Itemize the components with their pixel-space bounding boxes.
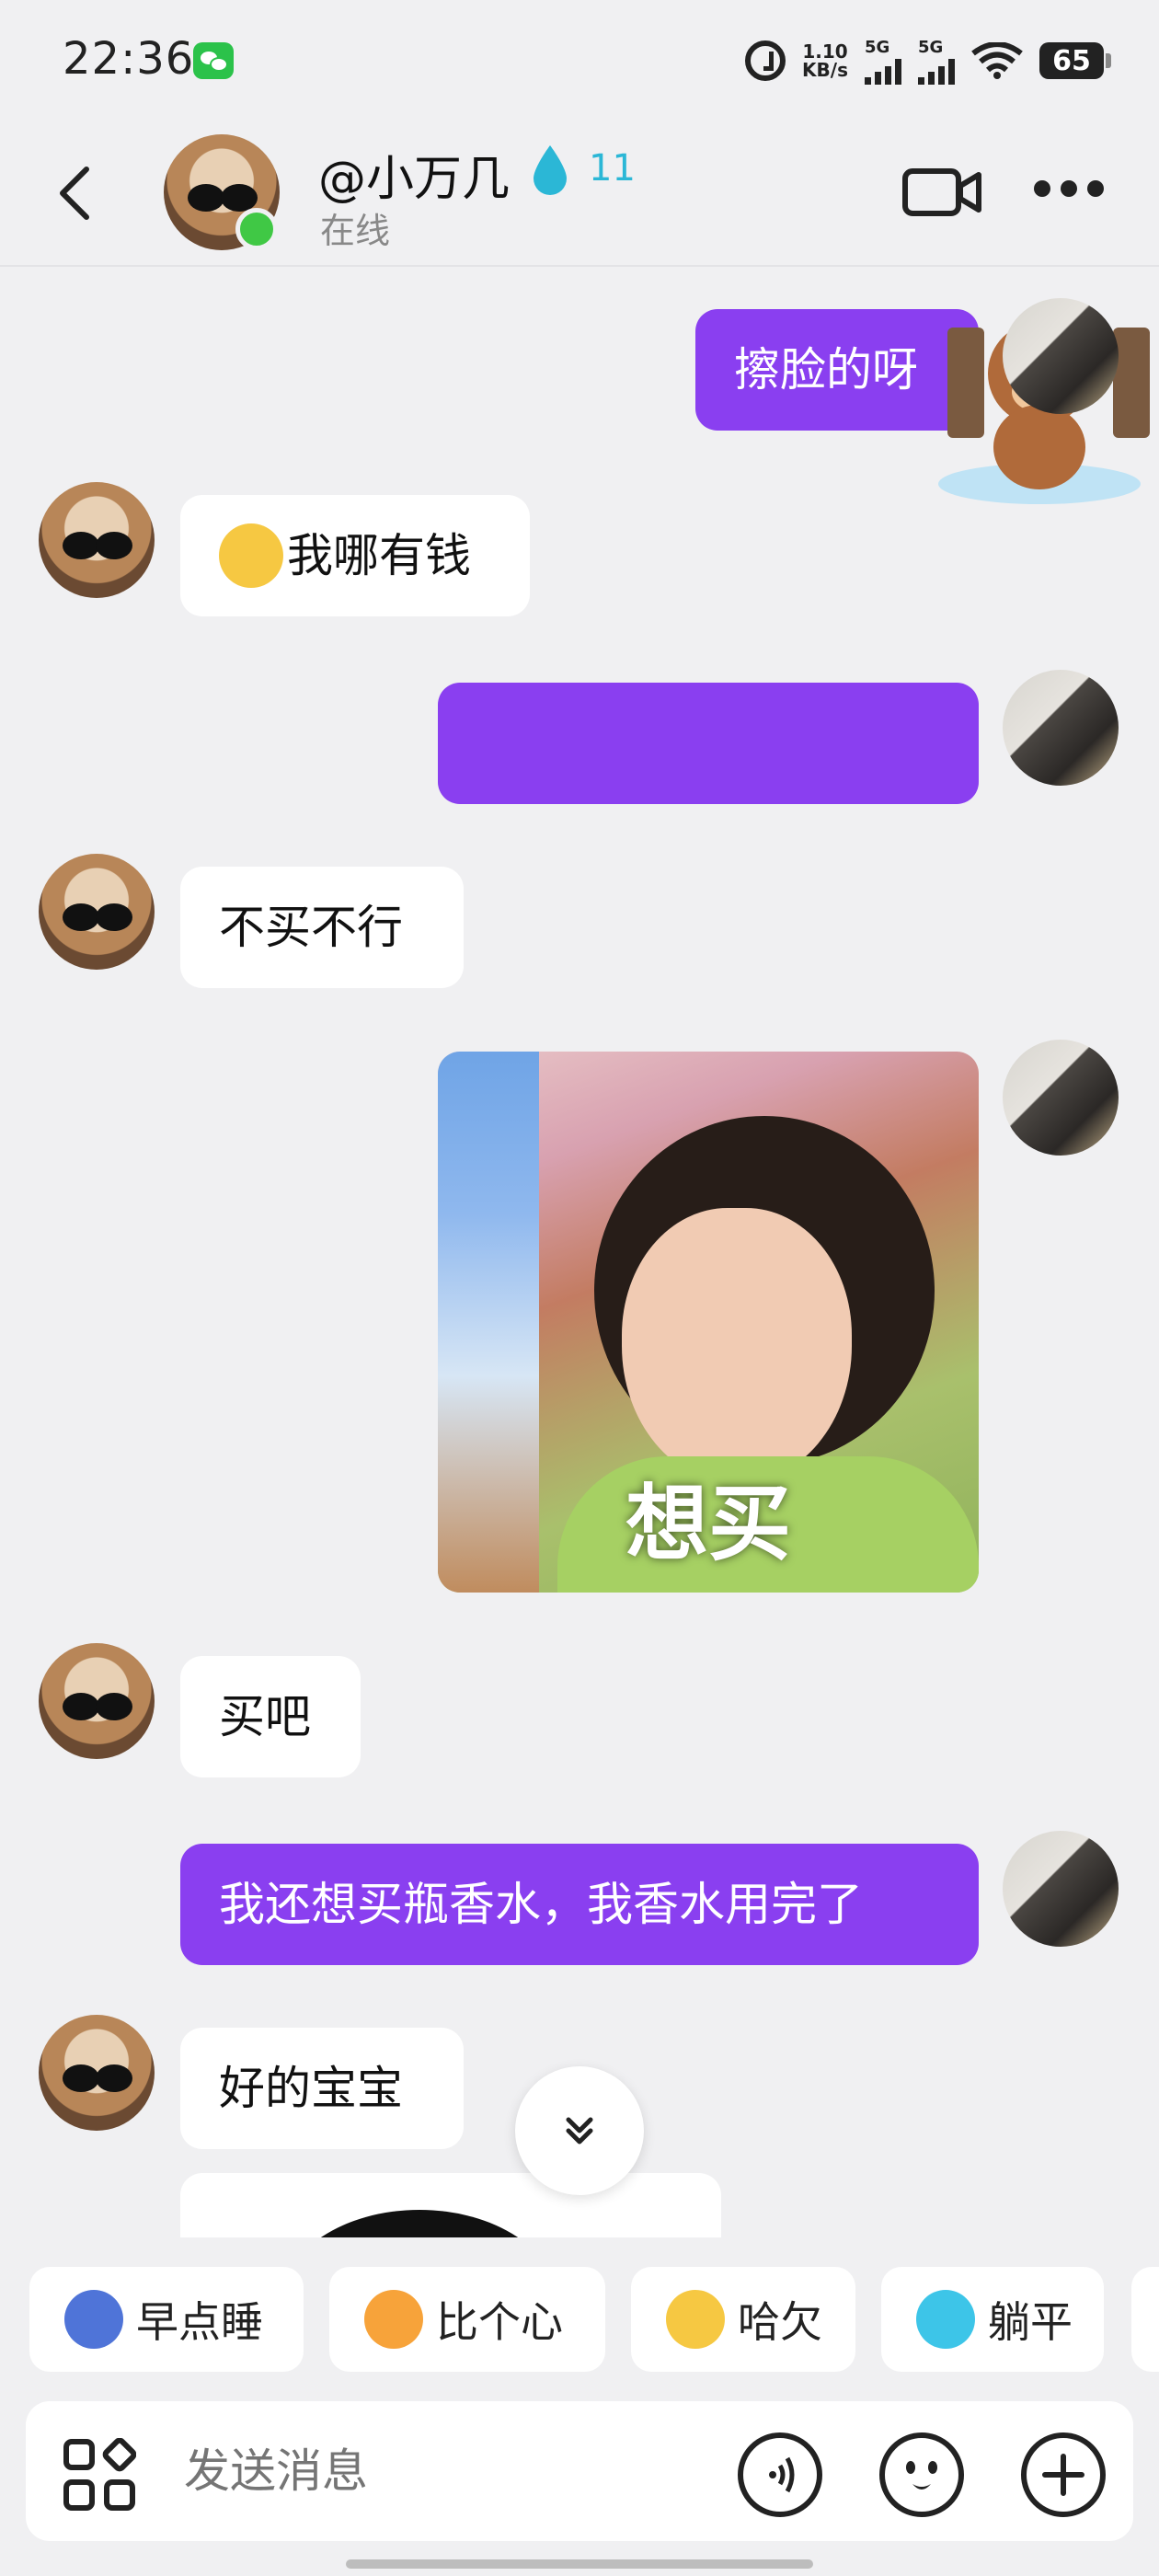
back-arrow-icon[interactable]	[57, 166, 94, 221]
water-drop-streak-icon	[534, 145, 567, 195]
online-status-text: 在线	[320, 211, 391, 251]
message-bubble-incoming[interactable]: 买吧	[180, 1656, 361, 1777]
emoji-button[interactable]	[879, 2432, 964, 2517]
more-options-icon[interactable]	[1034, 180, 1104, 201]
apps-grid-icon[interactable]	[63, 2438, 136, 2512]
image-message[interactable]: 想买	[438, 1052, 979, 1593]
chat-header: @小万几 11 在线	[0, 120, 1159, 267]
contact-name[interactable]: @小万几	[318, 140, 510, 209]
image-caption: 想买	[625, 1476, 791, 1572]
network-speed: 1.10 KB/s	[802, 42, 848, 79]
wechat-notification-icon	[193, 42, 234, 79]
quick-reply-chip[interactable]: 比个心	[329, 2267, 605, 2372]
contact-avatar[interactable]	[39, 1643, 155, 1759]
online-indicator	[235, 208, 278, 250]
quick-reply-bar: 早点睡 比个心 哈欠 躺平	[0, 2267, 1159, 2372]
message-input-bar	[26, 2401, 1133, 2541]
more-actions-button[interactable]	[1021, 2432, 1106, 2517]
message-bubble-outgoing[interactable]	[438, 683, 979, 804]
smiley-icon	[906, 2461, 937, 2490]
message-bubble-outgoing[interactable]: 我还想买瓶香水，我香水用完了	[180, 1844, 979, 1965]
speed-value: 1.10	[802, 40, 848, 63]
video-call-icon[interactable]	[901, 162, 982, 223]
yawn-emoji-icon	[666, 2290, 725, 2349]
quick-reply-chip[interactable]: 早点睡	[29, 2267, 304, 2372]
contact-avatar[interactable]	[39, 854, 155, 970]
message-bubble-incoming[interactable]: 好的宝宝	[180, 2028, 464, 2149]
clock: 22:36	[63, 33, 195, 85]
sim2-label: 5G	[918, 37, 944, 57]
message-bubble-incoming[interactable]: 我哪有钱	[180, 495, 530, 616]
my-avatar[interactable]	[1003, 1040, 1119, 1156]
message-text: 我哪有钱	[287, 529, 471, 582]
pleading-face-emoji-icon	[219, 523, 283, 588]
my-avatar[interactable]	[1003, 1831, 1119, 1947]
chip-label: 早点睡	[136, 2297, 263, 2347]
double-chevron-down-icon	[566, 2117, 593, 2145]
chip-label: 哈欠	[738, 2297, 822, 2347]
sleep-emoji-icon	[64, 2290, 123, 2349]
chip-label: 比个心	[436, 2297, 563, 2347]
message-bubble-incoming[interactable]: 不买不行	[180, 867, 464, 988]
voice-message-button[interactable]	[738, 2432, 822, 2517]
streak-count: 11	[589, 147, 636, 190]
my-avatar[interactable]	[1003, 670, 1119, 786]
chip-label: 躺平	[988, 2297, 1073, 2347]
signal-sim1-icon: 5G	[865, 38, 901, 85]
message-input[interactable]	[182, 2429, 738, 2513]
my-avatar[interactable]	[1003, 298, 1119, 414]
speed-unit: KB/s	[802, 59, 848, 81]
plus-icon	[1042, 2454, 1084, 2496]
scroll-to-bottom-button[interactable]	[515, 2066, 644, 2195]
quick-reply-chip-partial[interactable]	[1131, 2267, 1159, 2372]
lie-flat-emoji-icon	[916, 2290, 975, 2349]
sound-waves-icon	[769, 2456, 795, 2493]
alarm-icon	[745, 40, 786, 81]
partial-image-message[interactable]	[180, 2173, 721, 2237]
signal-sim2-icon: 5G	[918, 38, 955, 85]
status-icons: 1.10 KB/s 5G 5G 65	[745, 37, 1111, 85]
heart-hands-emoji-icon	[364, 2290, 423, 2349]
status-bar: 22:36 1.10 KB/s 5G 5G 65	[0, 0, 1159, 120]
quick-reply-chip[interactable]: 哈欠	[631, 2267, 855, 2372]
contact-avatar[interactable]	[39, 2015, 155, 2131]
home-indicator[interactable]	[346, 2559, 813, 2569]
sim1-label: 5G	[865, 37, 890, 57]
quick-reply-chip[interactable]: 躺平	[881, 2267, 1104, 2372]
battery-icon: 65	[1039, 42, 1111, 79]
contact-avatar[interactable]	[39, 482, 155, 598]
wifi-icon	[971, 42, 1023, 79]
